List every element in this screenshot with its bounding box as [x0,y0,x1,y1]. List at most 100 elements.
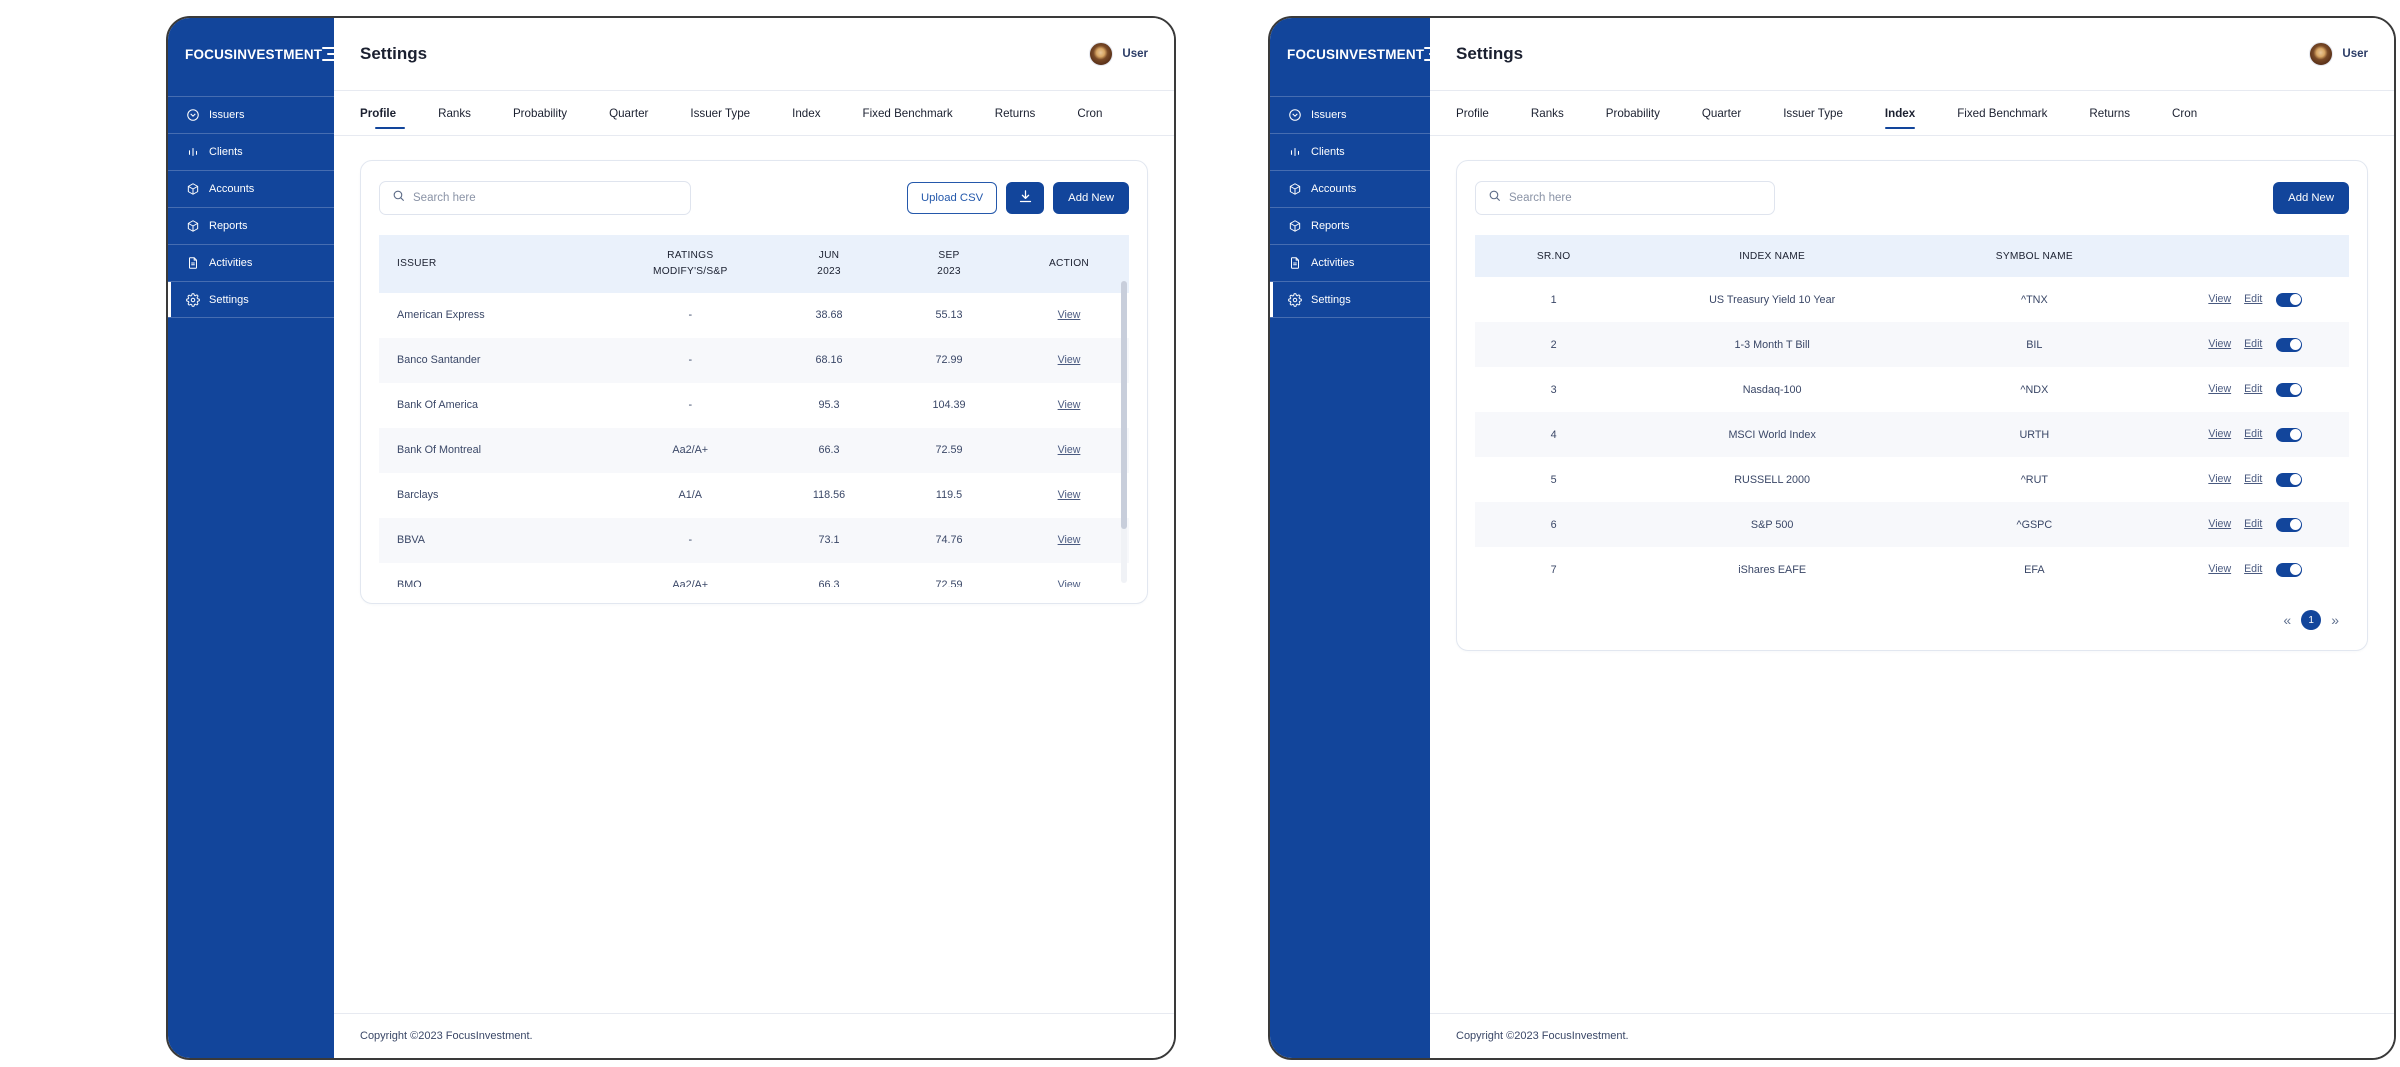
view-link[interactable]: View [2208,338,2231,350]
cell-ratings: - [688,399,693,412]
tab-fixed-benchmark[interactable]: Fixed Benchmark [1936,91,2068,135]
tab-returns[interactable]: Returns [974,91,1057,135]
view-link[interactable]: View [2208,473,2231,485]
tab-cron[interactable]: Cron [2151,91,2218,135]
status-toggle[interactable] [2276,337,2303,352]
edit-link[interactable]: Edit [2244,473,2262,485]
table-row[interactable]: Bank Of America - 95.3 104.39 View [379,383,1129,428]
box-icon [186,182,200,196]
sidebar-item-clients[interactable]: Clients [1270,133,1430,170]
table-row[interactable]: 5 RUSSELL 2000 ^RUT View Edit [1475,457,2349,502]
user-menu[interactable]: User [2309,42,2368,66]
view-link[interactable]: View [2208,563,2231,575]
tab-quarter[interactable]: Quarter [1681,91,1762,135]
table-row[interactable]: 2 1-3 Month T Bill BIL View Edit [1475,322,2349,367]
tab-probability[interactable]: Probability [492,91,588,135]
sidebar-item-activities[interactable]: Activities [168,244,334,281]
sidebar-item-activities[interactable]: Activities [1270,244,1430,281]
edit-link[interactable]: Edit [2244,383,2262,395]
tab-issuer-type[interactable]: Issuer Type [1762,91,1864,135]
topbar: Settings User [1430,18,2394,90]
pagination-next[interactable]: » [2331,613,2339,627]
add-new-button[interactable]: Add New [2273,182,2349,214]
status-toggle[interactable] [2276,382,2303,397]
tab-index[interactable]: Index [1864,91,1936,135]
tab-ranks[interactable]: Ranks [417,91,492,135]
settings-tabs-right: Profile Ranks Probability Quarter Issuer… [1430,90,2394,136]
search-input[interactable] [413,182,690,214]
tab-fixed-benchmark[interactable]: Fixed Benchmark [842,91,974,135]
tab-probability[interactable]: Probability [1585,91,1681,135]
view-link[interactable]: View [1058,399,1081,411]
status-toggle[interactable] [2276,472,2303,487]
edit-link[interactable]: Edit [2244,518,2262,530]
cell-jun: 68.16 [815,354,843,367]
scrollbar-thumb[interactable] [1121,281,1127,529]
table-row[interactable]: BMO Aa2/A+ 66.3 72.59 View [379,563,1129,587]
search-box[interactable] [1475,181,1775,215]
edit-link[interactable]: Edit [2244,293,2262,305]
status-toggle[interactable] [2276,517,2303,532]
table-row[interactable]: 3 Nasdaq-100 ^NDX View Edit [1475,367,2349,412]
view-link[interactable]: View [2208,383,2231,395]
pagination-prev[interactable]: « [2283,613,2291,627]
view-link[interactable]: View [1058,579,1081,587]
pagination-page-1[interactable]: 1 [2301,610,2322,630]
table-row[interactable]: BBVA - 73.1 74.76 View [379,517,1129,563]
view-link[interactable]: View [2208,293,2231,305]
edit-link[interactable]: Edit [2244,563,2262,575]
tab-issuer-type[interactable]: Issuer Type [669,91,771,135]
table-scrollbar[interactable] [1121,281,1127,583]
tab-cron[interactable]: Cron [1056,91,1123,135]
view-link[interactable]: View [1058,354,1081,366]
sidebar-item-clients[interactable]: Clients [168,133,334,170]
table-row[interactable]: Bank Of Montreal Aa2/A+ 66.3 72.59 View [379,427,1129,473]
search-box[interactable] [379,181,691,215]
upload-csv-button[interactable]: Upload CSV [906,182,998,214]
sidebar-item-accounts[interactable]: Accounts [1270,170,1430,207]
table-row[interactable]: 6 S&P 500 ^GSPC View Edit [1475,502,2349,547]
tab-index[interactable]: Index [771,91,841,135]
view-link[interactable]: View [1058,309,1081,321]
sidebar-item-reports[interactable]: Reports [168,207,334,244]
avatar [1089,42,1114,66]
table-row[interactable]: Barclays A1/A 118.56 119.5 View [379,473,1129,518]
status-toggle[interactable] [2276,562,2303,577]
user-menu[interactable]: User [1089,42,1148,66]
view-link[interactable]: View [2208,428,2231,440]
cell-actions: View Edit [2157,547,2349,592]
tab-profile[interactable]: Profile [360,91,417,135]
search-input[interactable] [1509,182,1774,214]
view-link[interactable]: View [1058,444,1081,456]
toolbar-actions: Add New [2273,182,2349,214]
view-link[interactable]: View [2208,518,2231,530]
table-row[interactable]: 4 MSCI World Index URTH View Edit [1475,412,2349,457]
table-row[interactable]: 7 iShares EAFE EFA View Edit [1475,547,2349,592]
cell-sep: 74.76 [935,534,963,547]
view-link[interactable]: View [1058,489,1081,501]
table-row[interactable]: Banco Santander - 68.16 72.99 View [379,337,1129,383]
edit-link[interactable]: Edit [2244,428,2262,440]
sidebar-item-label: Issuers [1311,109,1347,121]
sidebar-item-accounts[interactable]: Accounts [168,170,334,207]
tab-returns[interactable]: Returns [2068,91,2151,135]
status-toggle[interactable] [2276,292,2303,307]
sidebar-item-issuers[interactable]: Issuers [1270,96,1430,133]
ranks-table-scroll[interactable]: ISSUER RATINGS MODIFY'S/S&P JUN 2023 SEP… [379,235,1129,587]
download-button[interactable] [1006,182,1045,214]
cell-index-name: 1-3 Month T Bill [1734,338,1810,351]
view-link[interactable]: View [1058,534,1081,546]
table-row[interactable]: 1 US Treasury Yield 10 Year ^TNX View Ed… [1475,277,2349,322]
sidebar-item-settings[interactable]: Settings [168,281,334,318]
sidebar-item-issuers[interactable]: Issuers [168,96,334,133]
sidebar-item-reports[interactable]: Reports [1270,207,1430,244]
tab-ranks[interactable]: Ranks [1510,91,1585,135]
add-new-button[interactable]: Add New [1053,182,1129,214]
sidebar-item-settings[interactable]: Settings [1270,281,1430,318]
tab-profile[interactable]: Profile [1456,91,1510,135]
tab-quarter[interactable]: Quarter [588,91,669,135]
table-row[interactable]: American Express - 38.68 55.13 View [379,293,1129,338]
sidebar-item-label: Clients [1311,146,1345,158]
status-toggle[interactable] [2276,427,2303,442]
edit-link[interactable]: Edit [2244,338,2262,350]
